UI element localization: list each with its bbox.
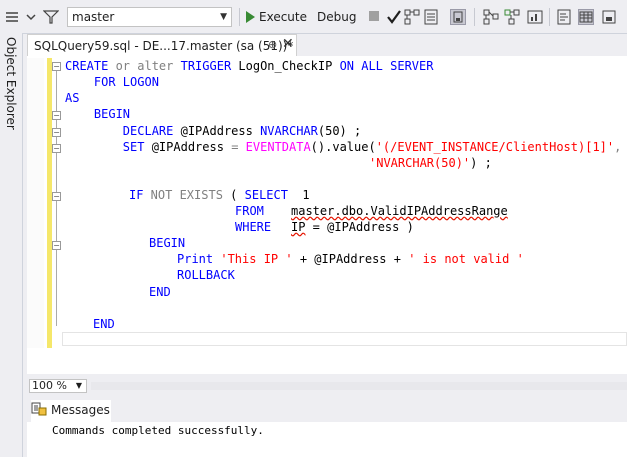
- parse-check-icon[interactable]: [386, 9, 402, 25]
- results-to-grid-icon[interactable]: [578, 9, 594, 25]
- code-line: WHERE: [235, 220, 272, 234]
- code-line: SET @IPAddress = EVENTDATA().value('(/EV…: [65, 140, 622, 154]
- fold-toggle[interactable]: −: [52, 144, 61, 153]
- tab-sqlquery59[interactable]: SQLQuery59.sql - DE...17.master (sa (51)…: [27, 34, 297, 56]
- code-line: BEGIN: [149, 236, 186, 250]
- change-marker: [47, 58, 52, 348]
- code-line: AS: [65, 91, 80, 105]
- code-line: IF NOT EXISTS ( SELECT 1: [129, 188, 310, 202]
- fold-toggle[interactable]: −: [52, 192, 61, 201]
- execute-button[interactable]: Execute: [246, 8, 307, 26]
- dropdown-arrow-icon[interactable]: [24, 8, 38, 26]
- fold-toggle[interactable]: −: [52, 111, 61, 120]
- tab-messages[interactable]: Messages: [31, 400, 111, 422]
- current-line-highlight: [62, 332, 627, 346]
- fold-toggle[interactable]: −: [52, 128, 61, 137]
- play-icon: [246, 11, 255, 23]
- estimated-plan-icon[interactable]: [404, 9, 420, 25]
- code-line: END: [93, 317, 115, 331]
- line-gutter: [27, 58, 44, 348]
- code-line: BEGIN: [65, 107, 131, 121]
- code-line: master.dbo.ValidIPAddressRange: [291, 204, 508, 218]
- editor-status-bar: 100 % ▼: [27, 378, 627, 394]
- zoom-value: 100 %: [32, 379, 67, 392]
- separator: [474, 8, 475, 26]
- results-tab-bar: [27, 398, 627, 422]
- client-statistics-icon[interactable]: [527, 9, 543, 25]
- code-line: Print 'This IP ' + @IPAddress + ' is not…: [177, 252, 524, 266]
- query-editor[interactable]: − − − − − − CREATE or alter TRIGGER LogO…: [27, 58, 627, 374]
- messages-icon: [31, 402, 47, 419]
- zoom-select[interactable]: 100 % ▼: [29, 379, 87, 393]
- code-line: DECLARE @IPAddress NVARCHAR(50) ;: [65, 124, 362, 138]
- results-pane: Messages Commands completed successfully…: [27, 398, 627, 457]
- messages-tab-label: Messages: [51, 403, 110, 417]
- separator: [239, 8, 240, 26]
- debug-button[interactable]: Debug: [317, 8, 356, 26]
- chevron-down-icon: ▼: [220, 12, 227, 22]
- code-line: FROM: [235, 204, 264, 218]
- pin-icon[interactable]: ⊕: [268, 38, 277, 51]
- query-options-icon[interactable]: [423, 9, 439, 25]
- fold-toggle[interactable]: −: [52, 241, 61, 250]
- actual-plan-icon[interactable]: [483, 9, 499, 25]
- results-to-file-icon[interactable]: [601, 9, 617, 25]
- toolbar: master ▼ Execute Debug: [0, 0, 627, 34]
- separator: [549, 8, 550, 26]
- results-to-file-icon[interactable]: [450, 9, 466, 25]
- code-line: IP = @IPAddress ): [291, 220, 414, 234]
- code-line: 'NVARCHAR(50)') ;: [369, 156, 492, 170]
- fold-toggle[interactable]: −: [52, 62, 61, 71]
- database-select-value: master: [72, 10, 115, 24]
- database-select[interactable]: master ▼: [67, 7, 232, 27]
- results-to-text-icon[interactable]: [556, 9, 572, 25]
- code-line: ROLLBACK: [177, 268, 235, 282]
- grip-icon: [4, 8, 20, 26]
- chevron-down-icon: ▼: [75, 381, 82, 390]
- execute-label: Execute: [259, 10, 307, 24]
- live-statistics-icon[interactable]: [504, 9, 520, 25]
- close-icon[interactable]: ✕: [282, 36, 294, 52]
- tab-title: SQLQuery59.sql - DE...17.master (sa (51)…: [34, 38, 294, 53]
- code-line: FOR LOGON: [65, 75, 159, 89]
- filter-icon[interactable]: [42, 8, 60, 26]
- result-message: Commands completed successfully.: [52, 424, 264, 437]
- document-tab-bar: SQLQuery59.sql - DE...17.master (sa (51)…: [27, 34, 627, 56]
- object-explorer-panel[interactable]: Object Explorer: [0, 33, 23, 457]
- code-line: END: [149, 285, 171, 299]
- horizontal-scrollbar[interactable]: [91, 382, 627, 390]
- stop-icon[interactable]: [367, 9, 383, 25]
- code-line: CREATE or alter TRIGGER LogOn_CheckIP ON…: [65, 59, 434, 73]
- object-explorer-label[interactable]: Object Explorer: [4, 37, 18, 130]
